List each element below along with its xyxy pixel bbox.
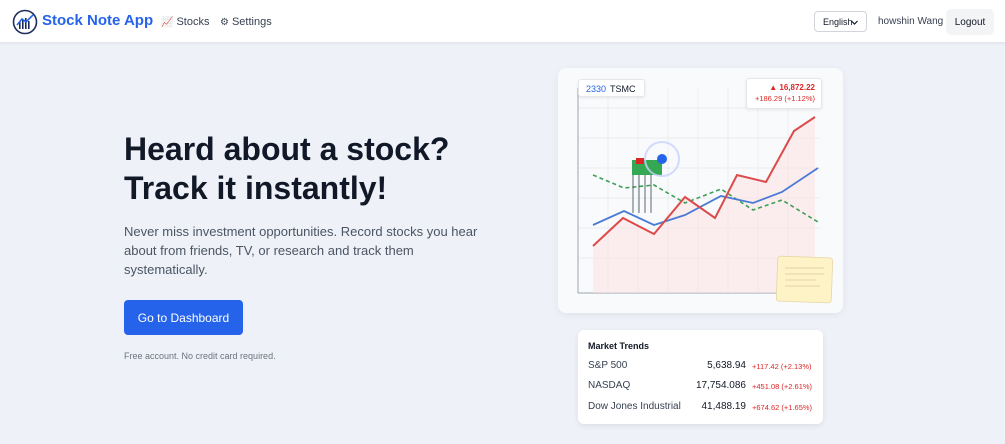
gear-icon: ⚙ (220, 17, 229, 28)
app-logo-icon[interactable] (12, 9, 38, 35)
market-row: NASDAQ 17,754.086 +451.08 (+2.61%) (578, 380, 823, 400)
ticker-code: 2330 (586, 84, 607, 94)
chart-icon: 📈 (161, 17, 174, 28)
index-change: +451.08 (+2.61%) (752, 382, 813, 391)
index-name: S&P 500 (588, 360, 628, 371)
index-value: 5,638.94 (707, 360, 746, 371)
app-brand[interactable]: Stock Note App (42, 12, 153, 29)
nav-link-label: Stocks (176, 16, 210, 28)
target-dot (657, 154, 667, 164)
logout-button[interactable]: Logout (946, 9, 994, 35)
nav-link-label: Settings (231, 16, 272, 28)
price-change: +186.29 (+1.12%) (754, 94, 815, 103)
hero-title: Heard about a stock? Track it instantly! (124, 130, 544, 208)
index-name: Dow Jones Industrial (588, 401, 681, 412)
hero-description: Never miss investment opportunities. Rec… (124, 224, 478, 277)
free-account-note: Free account. No credit card required. (124, 351, 276, 361)
top-navbar: Stock Note App 📈 Stocks ⚙ Settings English… (0, 0, 1005, 43)
index-change: +674.62 (+1.65%) (752, 403, 813, 412)
language-value: English (823, 17, 853, 27)
chevron-down-icon (851, 20, 858, 25)
index-name: NASDAQ (588, 380, 631, 391)
market-row: S&P 500 5,638.94 +117.42 (+2.13%) (578, 360, 823, 380)
nav-link-settings[interactable]: ⚙ Settings (220, 16, 272, 28)
ticker-name: TSMC (610, 84, 636, 94)
price-value: ▲ 16,872.22 (769, 83, 815, 92)
sticky-note-icon (775, 255, 834, 304)
user-name: howshin Wang (878, 16, 944, 27)
market-trends-title: Market Trends (588, 341, 650, 351)
hero-title-line-2: Track it instantly! (124, 170, 388, 206)
nav-link-stocks[interactable]: 📈 Stocks (161, 16, 209, 28)
index-value: 41,488.19 (701, 401, 747, 412)
go-to-dashboard-button[interactable]: Go to Dashboard (124, 300, 243, 335)
index-change: +117.42 (+2.13%) (752, 362, 812, 371)
market-row: Dow Jones Industrial 41,488.19 +674.62 (… (578, 401, 823, 421)
price-badge: ▲ 16,872.22 +186.29 (+1.12%) (746, 78, 822, 109)
market-trends-card: Market Trends S&P 500 5,638.94 +117.42 (… (578, 330, 823, 424)
index-value: 17,754.086 (695, 380, 746, 391)
ticker-label: 2330 TSMC (578, 79, 645, 97)
hero-title-line-1: Heard about a stock? (124, 131, 450, 167)
language-select[interactable]: English (814, 11, 867, 32)
